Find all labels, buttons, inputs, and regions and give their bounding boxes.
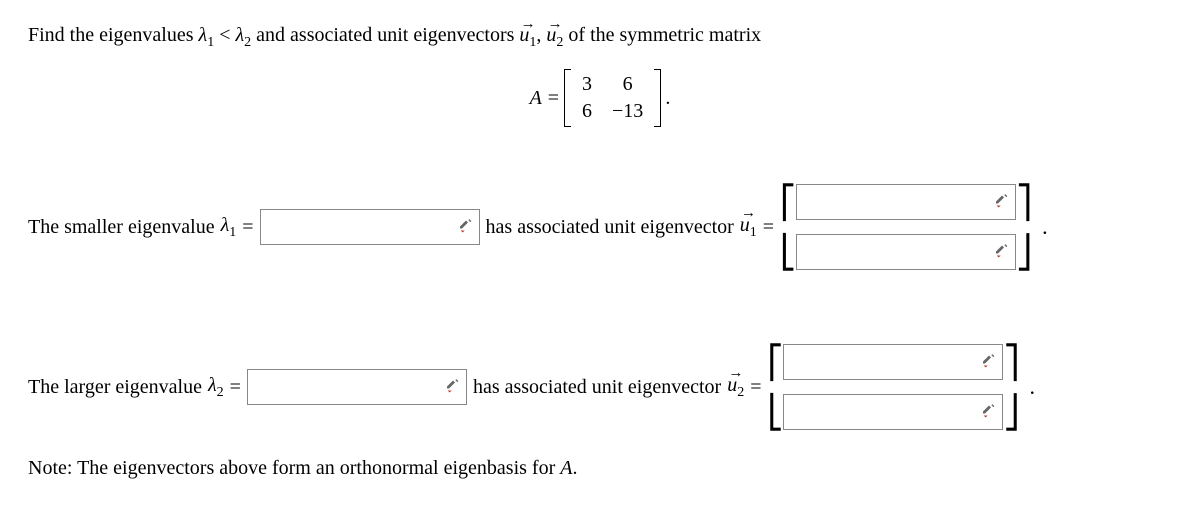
- a11: 3: [572, 71, 602, 98]
- lambda2-sub: 2: [217, 385, 224, 400]
- u1-entry1-input[interactable]: [796, 184, 1016, 220]
- u1-entry2-wrap: [796, 234, 1016, 270]
- lambda1: λ: [221, 214, 230, 236]
- left-bracket: ⎡⎣: [767, 337, 783, 437]
- u1-vector: ⎡⎣ ⎤⎦: [780, 177, 1032, 277]
- u1-symbol: u: [519, 24, 529, 47]
- label: The smaller eigenvalue: [28, 216, 215, 239]
- lambda1-sub: 1: [229, 225, 236, 240]
- period: .: [1029, 374, 1035, 400]
- lambda1-input-wrap: [260, 209, 480, 245]
- lambda2: λ: [208, 374, 217, 396]
- u1-entry2-input[interactable]: [796, 234, 1016, 270]
- period: .: [1042, 214, 1048, 240]
- u2-entry2-input[interactable]: [783, 394, 1003, 430]
- note-period: .: [572, 457, 577, 479]
- u2-sub: 2: [737, 385, 744, 400]
- matrix-A: 36 6−13: [564, 69, 661, 127]
- lambda1-input[interactable]: [260, 209, 480, 245]
- a21: 6: [572, 98, 602, 125]
- equals: =: [230, 376, 241, 399]
- equals: =: [763, 216, 774, 239]
- matrix-lhs: A =: [530, 87, 560, 110]
- u2: u: [727, 374, 737, 397]
- label: has associated unit eigenvector: [473, 376, 721, 399]
- text: of the symmetric matrix: [563, 24, 761, 46]
- u2-entry1-input[interactable]: [783, 344, 1003, 380]
- note-text: Note: The eigenvectors above form an ort…: [28, 457, 560, 479]
- lambda2-symbol: λ: [235, 24, 244, 46]
- text: Find the eigenvalues: [28, 24, 199, 46]
- note-A: A: [560, 457, 572, 479]
- left-bracket: ⎡⎣: [780, 177, 796, 277]
- label: The larger eigenvalue: [28, 376, 202, 399]
- u2-symbol: u: [546, 24, 556, 47]
- lt: <: [214, 24, 235, 46]
- u1: u: [740, 214, 750, 237]
- problem-statement: Find the eigenvalues λ1 < λ2 and associa…: [28, 24, 1172, 51]
- row-smaller-eigenvalue: The smaller eigenvalue λ1 = has associat…: [28, 177, 1172, 277]
- lambda2-input-wrap: [247, 369, 467, 405]
- comma: ,: [536, 24, 546, 46]
- period: .: [665, 87, 670, 110]
- row-larger-eigenvalue: The larger eigenvalue λ2 = has associate…: [28, 337, 1172, 437]
- label: has associated unit eigenvector: [486, 216, 734, 239]
- u2-entry2-wrap: [783, 394, 1003, 430]
- u2-entry1-wrap: [783, 344, 1003, 380]
- lambda1-symbol: λ: [199, 24, 208, 46]
- a22: −13: [602, 98, 653, 125]
- lambda2-input[interactable]: [247, 369, 467, 405]
- equals: =: [750, 376, 761, 399]
- note: Note: The eigenvectors above form an ort…: [28, 457, 1172, 480]
- u1-sub: 1: [750, 225, 757, 240]
- text: and associated unit eigenvectors: [251, 24, 519, 46]
- right-bracket: ⎤⎦: [1003, 337, 1019, 437]
- a12: 6: [602, 71, 653, 98]
- equals: =: [242, 216, 253, 239]
- u1-entry1-wrap: [796, 184, 1016, 220]
- matrix-equation: A = 36 6−13 .: [28, 69, 1172, 127]
- right-bracket: ⎤⎦: [1016, 177, 1032, 277]
- u2-vector: ⎡⎣ ⎤⎦: [767, 337, 1019, 437]
